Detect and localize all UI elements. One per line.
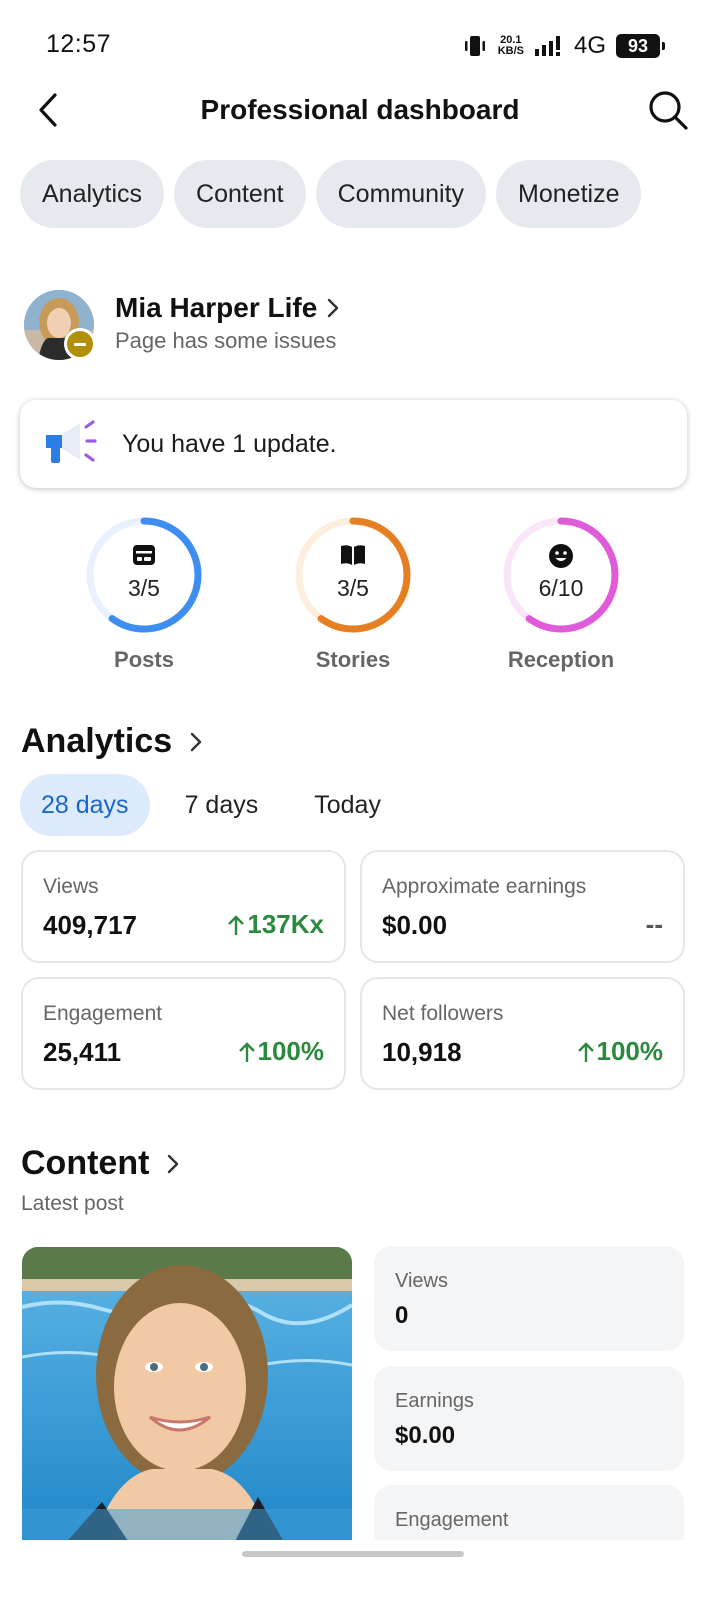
content-subtitle: Latest post (21, 1192, 124, 1215)
reception-label: Reception (507, 647, 615, 672)
stat-label: Engagement (43, 1002, 163, 1025)
posts-progress-value: 3/5 (128, 575, 160, 601)
ring-posts[interactable]: 3/5 Posts (64, 515, 224, 680)
reception-progress-value: 6/10 (538, 575, 584, 601)
battery-icon: 93 (616, 34, 665, 58)
metric-label: Earnings (395, 1390, 474, 1412)
warning-badge-icon (64, 328, 96, 360)
status-time: 12:57 (46, 30, 112, 58)
ring-stories[interactable]: 3/5 Stories (273, 515, 433, 680)
analytics-section-link[interactable]: Analytics (21, 722, 202, 761)
stat-label: Approximate earnings (382, 875, 587, 898)
stat-change: 137Kx (227, 909, 324, 940)
profile-name-link[interactable]: Mia Harper Life (115, 292, 339, 324)
stat-card-earnings[interactable]: Approximate earnings $0.00 -- (360, 850, 685, 963)
dashboard-tabs: Analytics Content Community Monetize (20, 160, 720, 230)
period-28-days[interactable]: 28 days (20, 774, 150, 836)
metric-value: 0 (395, 1302, 409, 1329)
metric-label: Engagement (395, 1509, 509, 1531)
battery-level: 93 (627, 35, 649, 56)
tab-monetize[interactable]: Monetize (496, 160, 642, 228)
update-text: You have 1 update. (122, 429, 337, 458)
megaphone-icon (46, 420, 97, 463)
stat-card-net-followers[interactable]: Net followers 10,918 100% (360, 977, 685, 1090)
stat-card-views[interactable]: Views 409,717 137Kx (21, 850, 346, 963)
tab-content[interactable]: Content (174, 160, 306, 228)
stat-value: $0.00 (382, 910, 448, 940)
content-section-link[interactable]: Content (21, 1144, 179, 1183)
network-speed: 20.1 KB/S (497, 34, 524, 57)
search-button[interactable] (646, 88, 690, 132)
tab-analytics[interactable]: Analytics (20, 160, 165, 228)
stat-change: -- (645, 909, 663, 939)
latest-post-views-card: Views 0 (374, 1246, 684, 1351)
stat-change: 100% (238, 1036, 324, 1067)
stat-value: 409,717 (43, 910, 137, 940)
metric-value: $0.00 (395, 1422, 456, 1449)
chevron-right-icon (190, 732, 202, 751)
stat-card-engagement[interactable]: Engagement 25,411 100% (21, 977, 346, 1090)
content-title: Content (21, 1144, 150, 1182)
metric-label: Views (395, 1270, 448, 1292)
chevron-right-icon (168, 1154, 179, 1173)
stories-progress-value: 3/5 (337, 575, 369, 601)
smiley-icon (549, 544, 573, 568)
latest-post-earnings-card: Earnings $0.00 (374, 1366, 684, 1471)
period-selector: 28 days 7 days Today (20, 774, 416, 836)
vibrate-icon (464, 36, 485, 56)
stat-value: 25,411 (43, 1037, 122, 1067)
status-bar: 12:57 20.1 KB/S 4G 93 (0, 0, 720, 90)
status-icons: 20.1 KB/S 4G 93 (462, 30, 665, 62)
arrow-up-icon (228, 914, 245, 935)
stat-change: 100% (577, 1036, 663, 1067)
progress-rings: 3/5 Posts 3/5 Stories 6/10 Reception (0, 515, 720, 680)
post-icon (133, 545, 155, 565)
period-today[interactable]: Today (293, 774, 402, 836)
page-profile-row[interactable]: Mia Harper Life Page has some issues (24, 290, 684, 360)
home-indicator[interactable] (242, 1551, 464, 1557)
network-type: 4G (573, 32, 606, 59)
book-icon (341, 545, 365, 565)
period-7-days[interactable]: 7 days (164, 774, 280, 836)
bottom-nav-area (0, 1540, 720, 1600)
posts-label: Posts (114, 647, 174, 672)
profile-name: Mia Harper Life (115, 292, 318, 323)
chevron-right-icon (328, 298, 339, 318)
tab-community[interactable]: Community (315, 160, 487, 228)
top-app-bar: Professional dashboard (0, 80, 720, 140)
profile-status: Page has some issues (115, 328, 337, 353)
stories-label: Stories (315, 647, 391, 672)
signal-icon (534, 36, 560, 56)
analytics-title: Analytics (21, 722, 173, 760)
update-card[interactable]: You have 1 update. (20, 400, 687, 488)
stat-label: Net followers (382, 1002, 504, 1025)
stat-label: Views (43, 875, 99, 898)
latest-post-thumbnail[interactable] (22, 1247, 352, 1547)
ring-reception[interactable]: 6/10 Reception (481, 515, 641, 680)
arrow-up-icon (577, 1041, 594, 1062)
search-icon (649, 91, 688, 130)
stat-value: 10,918 (382, 1037, 462, 1067)
arrow-up-icon (238, 1041, 255, 1062)
page-title: Professional dashboard (200, 94, 520, 125)
latest-post-image (22, 1247, 352, 1547)
